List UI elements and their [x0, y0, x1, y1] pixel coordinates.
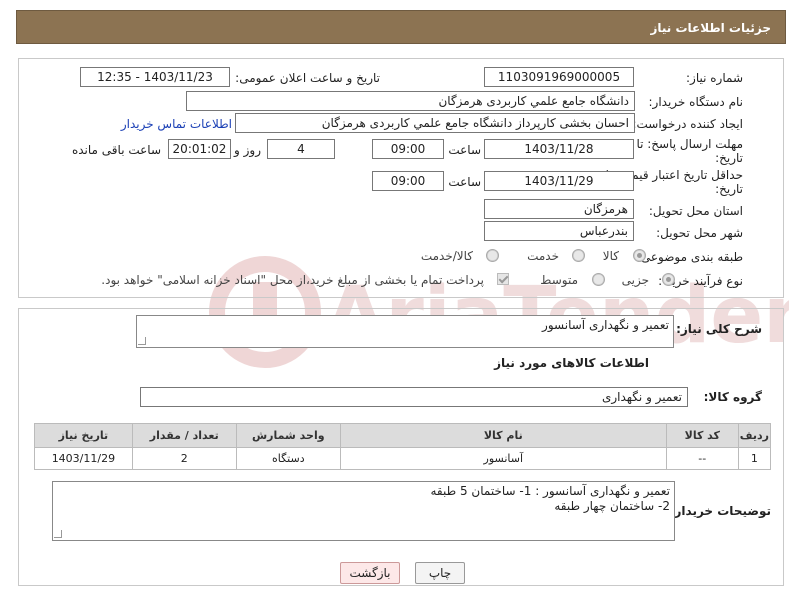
category-radio-goods-service[interactable]	[486, 249, 499, 262]
col-need-date: تاریخ نیاز	[34, 423, 133, 448]
category-label: طبقه بندی موضوعی:	[636, 250, 743, 264]
deadline-time-field: 09:00	[372, 139, 444, 159]
goods-table-header: ردیف کد کالا نام کالا واحد شمارش تعداد /…	[34, 423, 772, 448]
category-option-service: خدمت	[527, 249, 559, 263]
process-option-medium: متوسط	[540, 273, 578, 287]
announce-datetime-field: 1403/11/23 - 12:35	[80, 67, 230, 87]
price-validity-time-label: ساعت	[448, 175, 481, 189]
process-option-minor: جزیی	[621, 273, 649, 287]
goods-table: ردیف کد کالا نام کالا واحد شمارش تعداد /…	[34, 423, 772, 470]
cell-item-name: آسانسور	[339, 447, 667, 470]
col-quantity: تعداد / مقدار	[131, 423, 237, 448]
goods-group-field: تعمیر و نگهداری	[140, 387, 688, 407]
creator-field: احسان بخشی کارپرداز دانشگاه جامع علمي كا…	[235, 113, 635, 133]
need-number-label: شماره نیاز:	[686, 71, 743, 85]
cell-quantity: 2	[131, 447, 237, 470]
treasury-payment-note: پرداخت تمام یا بخشی از مبلغ خرید،از محل …	[101, 273, 484, 287]
remaining-time-label: ساعت باقی مانده	[71, 143, 161, 157]
deadline-label: مهلت ارسال پاسخ: تا	[636, 137, 743, 151]
days-label: روز و	[234, 143, 261, 157]
cell-row: 1	[737, 447, 772, 470]
col-unit: واحد شمارش	[235, 423, 341, 448]
category-option-goods-service: کالا/خدمت	[420, 249, 473, 263]
treasury-payment-checkbox[interactable]	[497, 273, 509, 285]
city-field: بندرعباس	[484, 221, 634, 241]
process-radio-medium[interactable]	[592, 273, 605, 286]
buyer-notes-resize-handle[interactable]	[54, 530, 62, 538]
cell-need-date: 1403/11/29	[34, 447, 133, 470]
province-field: هرمزگان	[484, 199, 634, 219]
cell-unit: دستگاه	[235, 447, 341, 470]
buyer-org-field: دانشگاه جامع علمي كاربردی هرمزگان	[186, 91, 635, 111]
goods-group-label: گروه کالا:	[703, 390, 762, 404]
price-validity-date-field: 1403/11/29	[484, 171, 634, 191]
remaining-time-field: 20:01:02	[168, 139, 231, 159]
goods-section-title: اطلاعات کالاهای مورد نیاز	[494, 356, 649, 370]
col-item-name: نام کالا	[339, 423, 667, 448]
buyer-org-label: نام دستگاه خریدار:	[648, 95, 744, 109]
category-option-goods: کالا	[602, 249, 619, 263]
page-title: جزئیات اطلاعات نیاز	[650, 21, 771, 35]
announce-datetime-label: تاریخ و ساعت اعلان عمومی:	[235, 71, 380, 85]
buyer-notes-textarea[interactable]: تعمیر و نگهداری آسانسور : 1- ساختمان 5 ط…	[52, 481, 675, 541]
col-row: ردیف	[737, 423, 772, 448]
category-radio-service[interactable]	[572, 249, 585, 262]
buyer-notes-label: توضیحات خریدار:	[669, 504, 771, 518]
col-item-code: کد کالا	[665, 423, 739, 448]
price-validity-time-field: 09:00	[372, 171, 444, 191]
page-header: جزئیات اطلاعات نیاز	[16, 10, 786, 44]
need-number-field: 1103091969000005	[484, 67, 634, 87]
cell-item-code: --	[665, 447, 739, 470]
deadline-date-field: 1403/11/28	[484, 139, 634, 159]
summary-resize-handle[interactable]	[138, 337, 146, 345]
summary-label: شرح کلی نیاز:	[676, 322, 762, 336]
summary-textarea[interactable]: تعمیر و نگهداری آسانسور	[136, 315, 674, 348]
table-row: 1 -- آسانسور دستگاه 2 1403/11/29	[34, 447, 772, 470]
back-button[interactable]: بازگشت	[340, 562, 400, 584]
price-validity-label-date: تاریخ:	[715, 182, 743, 196]
category-radio-goods[interactable]	[633, 249, 646, 262]
print-button[interactable]: چاپ	[415, 562, 465, 584]
creator-label: ایجاد کننده درخواست:	[632, 117, 743, 131]
days-field: 4	[267, 139, 335, 159]
province-label: استان محل تحویل:	[648, 204, 743, 218]
buyer-contact-link[interactable]: اطلاعات تماس خریدار	[121, 117, 232, 131]
deadline-time-label: ساعت	[448, 143, 481, 157]
city-label: شهر محل تحویل:	[656, 226, 743, 240]
process-radio-minor[interactable]	[662, 273, 675, 286]
deadline-label-date: تاریخ:	[715, 151, 743, 165]
